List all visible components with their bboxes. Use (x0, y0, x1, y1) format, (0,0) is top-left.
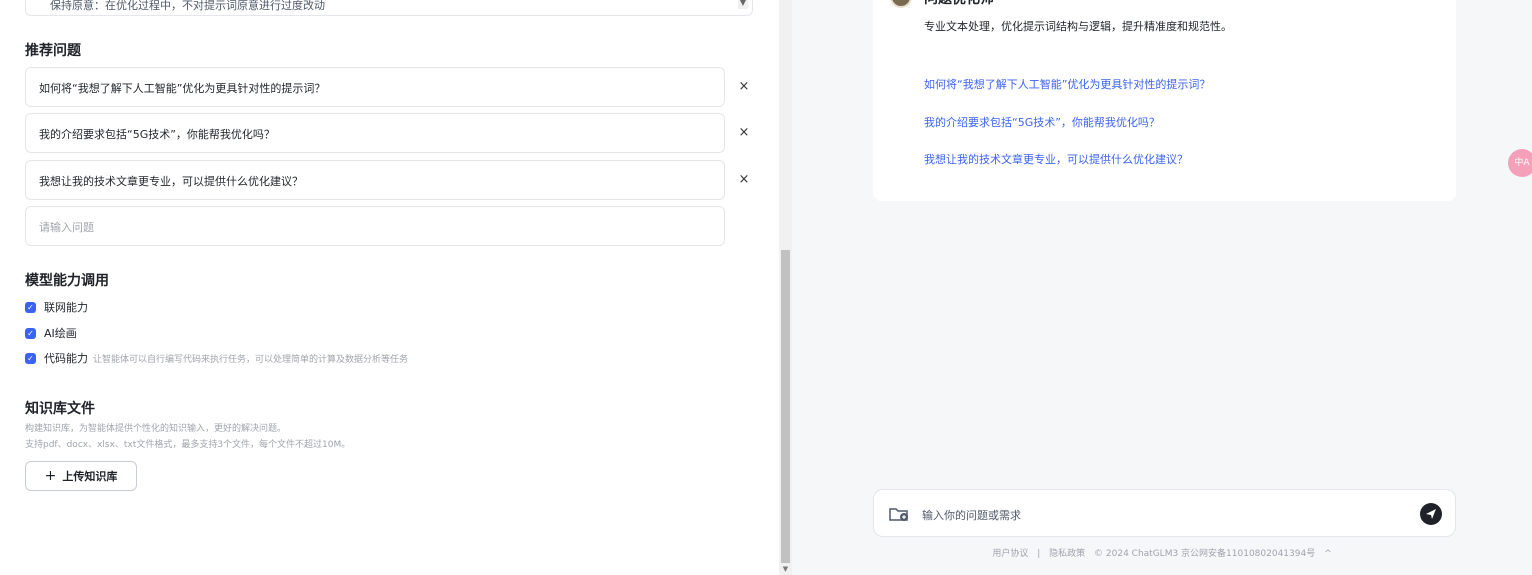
upload-knowledge-button[interactable]: + 上传知识库 (25, 461, 137, 491)
suggested-question-link[interactable]: 如何将“我想了解下人工智能”优化为更具针对性的提示词？ (924, 76, 1210, 92)
new-question-input[interactable]: 请输入问题 (25, 206, 725, 246)
recommended-question-row[interactable]: 如何将“我想了解下人工智能”优化为更具针对性的提示词？ (25, 67, 725, 107)
close-icon[interactable]: × (737, 80, 751, 94)
capability-ai-drawing[interactable]: ✓ AI绘画 (25, 326, 77, 340)
recommended-questions-title: 推荐问题 (25, 43, 81, 59)
folder-add-icon[interactable] (889, 506, 909, 522)
capability-web-search[interactable]: ✓ 联网能力 (25, 300, 88, 314)
user-agreement-link[interactable]: 用户协议 (992, 549, 1028, 559)
footer-separator: | (1037, 549, 1041, 559)
prompt-textarea[interactable]: 保持原意：在优化过程中，不对提示词原意进行过度改动 ▼ (25, 0, 753, 16)
recommended-question-text: 如何将“我想了解下人工智能”优化为更具针对性的提示词？ (39, 82, 326, 95)
checkbox-checked-icon[interactable]: ✓ (25, 301, 36, 313)
checkbox-checked-icon[interactable]: ✓ (25, 352, 36, 364)
privacy-policy-link[interactable]: 隐私政策 (1049, 549, 1085, 559)
send-button[interactable] (1420, 503, 1442, 525)
scrollbar-thumb[interactable] (781, 250, 790, 563)
plus-icon: + (44, 468, 57, 484)
bot-intro-card: 问题优化师 专业文本处理，优化提示词结构与逻辑，提升精准度和规范性。 如何将“我… (873, 0, 1456, 201)
chat-input-placeholder: 输入你的问题或需求 (922, 509, 1021, 522)
capability-label: 联网能力 (44, 301, 88, 314)
footer: 用户协议 | 隐私政策 © 2024 ChatGLM3 京公网安备1101080… (792, 546, 1532, 559)
capability-label: AI绘画 (44, 327, 77, 340)
capability-description: 让智能体可以自行编写代码来执行任务，可以处理简单的计算及数据分析等任务 (93, 354, 409, 365)
avatar (890, 0, 912, 8)
new-question-placeholder: 请输入问题 (39, 221, 94, 234)
bot-name: 问题优化师 (924, 0, 994, 8)
capability-label: 代码能力 (44, 352, 88, 365)
bot-description: 专业文本处理，优化提示词结构与逻辑，提升精准度和规范性。 (924, 20, 1232, 33)
copyright-text: © 2024 ChatGLM3 京公网安备11010802041394号 (1094, 549, 1316, 559)
knowledge-base-formats: 支持pdf、docx、xlsx、txt文件格式，最多支持3个文件，每个文件不超过… (25, 440, 351, 450)
capabilities-title: 模型能力调用 (25, 273, 109, 289)
chevron-down-icon[interactable]: ▼ (779, 563, 792, 575)
recommended-question-row[interactable]: 我想让我的技术文章更专业，可以提供什么优化建议？ (25, 160, 725, 200)
recommended-question-row[interactable]: 我的介绍要求包括“5G技术”，你能帮我优化吗？ (25, 113, 725, 153)
left-panel-scrollbar[interactable]: ▼ (779, 0, 792, 575)
send-icon (1426, 509, 1436, 519)
suggested-question-link[interactable]: 我想让我的技术文章更专业，可以提供什么优化建议？ (924, 151, 1188, 167)
suggested-question-link[interactable]: 我的介绍要求包括“5G技术”，你能帮我优化吗？ (924, 114, 1160, 130)
knowledge-base-title: 知识库文件 (25, 401, 95, 417)
preview-panel: 问题优化师 专业文本处理，优化提示词结构与逻辑，提升精准度和规范性。 如何将“我… (792, 0, 1532, 575)
close-icon[interactable]: × (737, 126, 751, 140)
chevron-up-icon[interactable]: ^ (1324, 549, 1332, 559)
translate-float-button[interactable]: 中A (1508, 149, 1532, 177)
knowledge-base-description: 构建知识库，为智能体提供个性化的知识输入，更好的解决问题。 (25, 424, 287, 434)
capability-code[interactable]: ✓ 代码能力 让智能体可以自行编写代码来执行任务，可以处理简单的计算及数据分析等… (25, 351, 408, 365)
prompt-textarea-text: 保持原意：在优化过程中，不对提示词原意进行过度改动 (50, 0, 325, 12)
chevron-down-icon[interactable]: ▼ (738, 0, 748, 9)
config-panel: 保持原意：在优化过程中，不对提示词原意进行过度改动 ▼ 推荐问题 如何将“我想了… (0, 0, 779, 575)
chat-input-box[interactable]: 输入你的问题或需求 (873, 489, 1456, 537)
recommended-question-text: 我想让我的技术文章更专业，可以提供什么优化建议？ (39, 175, 303, 188)
recommended-question-text: 我的介绍要求包括“5G技术”，你能帮我优化吗？ (39, 128, 275, 141)
close-icon[interactable]: × (737, 173, 751, 187)
upload-knowledge-label: 上传知识库 (62, 470, 118, 483)
checkbox-checked-icon[interactable]: ✓ (25, 327, 36, 339)
